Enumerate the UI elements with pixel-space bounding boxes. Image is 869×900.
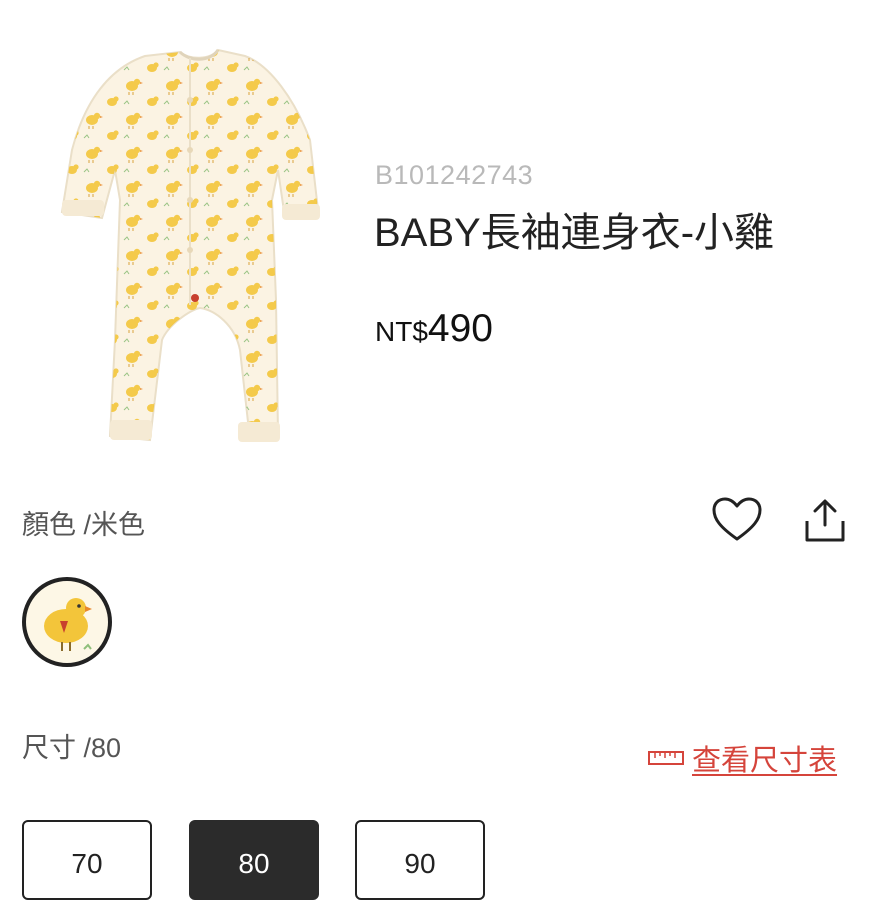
size-option-70[interactable]: 70 — [22, 820, 152, 900]
size-chart-label: 查看尺寸表 — [692, 745, 838, 777]
romper-illustration — [60, 48, 320, 442]
size-chart-link[interactable]: 查看尺寸表 — [648, 738, 837, 778]
size-label: 尺寸 /80 — [22, 733, 122, 763]
color-label: 顏色 /米色 — [22, 510, 146, 540]
price-currency: NT$ — [375, 316, 428, 347]
heart-icon — [712, 497, 762, 541]
share-icon — [805, 499, 845, 542]
ruler-icon — [648, 751, 684, 765]
product-title: BABY長袖連身衣-小雞 — [374, 211, 775, 255]
chick-swatch-icon — [44, 598, 92, 651]
product-image — [40, 40, 330, 470]
product-sku: B101242743 — [375, 160, 534, 190]
price-amount: 490 — [427, 307, 493, 350]
favorite-button[interactable] — [710, 495, 764, 545]
product-price: NT$490 — [375, 307, 493, 351]
size-option-80[interactable]: 80 — [189, 820, 319, 900]
share-button[interactable] — [800, 495, 850, 545]
color-swatch-beige[interactable] — [22, 577, 112, 667]
size-option-90[interactable]: 90 — [355, 820, 485, 900]
